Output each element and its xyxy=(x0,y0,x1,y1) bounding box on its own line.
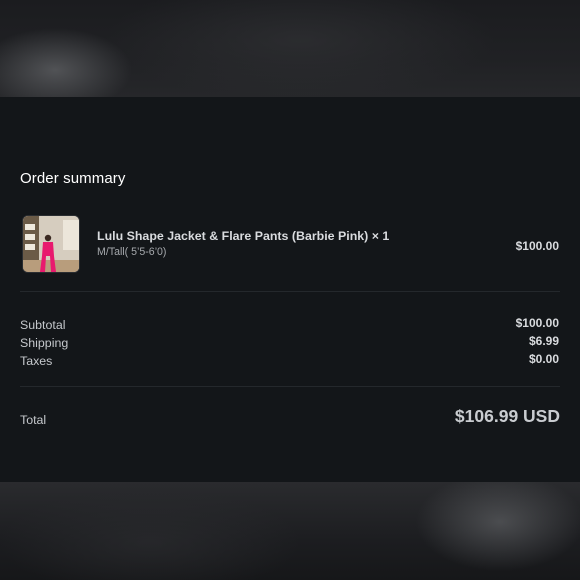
product-price: $100.00 xyxy=(515,239,559,253)
product-thumbnail xyxy=(22,215,80,273)
order-summary-panel: Order summary Lulu Shape Jacket & Flare … xyxy=(0,97,580,482)
product-variant: M/Tall( 5’5-6’0) xyxy=(97,246,167,258)
total-value: $106.99 USD xyxy=(454,406,560,426)
shipping-value: $6.99 xyxy=(528,334,559,348)
background-blur-top xyxy=(0,0,580,97)
divider xyxy=(20,386,560,387)
taxes-value: $0.00 xyxy=(528,352,559,366)
taxes-label: Taxes xyxy=(20,354,53,368)
line-item: Lulu Shape Jacket & Flare Pants (Barbie … xyxy=(20,215,560,275)
order-summary-title: Order summary xyxy=(20,170,126,187)
shipping-row: Shipping $6.99 xyxy=(20,334,560,350)
shipping-label: Shipping xyxy=(20,336,69,350)
total-row: Total $106.99 USD xyxy=(20,406,560,430)
subtotal-row: Subtotal $100.00 xyxy=(20,316,560,332)
subtotal-label: Subtotal xyxy=(20,318,66,332)
divider xyxy=(20,291,560,292)
background-blur-bottom xyxy=(0,482,580,580)
total-label: Total xyxy=(20,413,47,427)
subtotal-value: $100.00 xyxy=(515,316,559,330)
product-name: Lulu Shape Jacket & Flare Pants (Barbie … xyxy=(97,229,390,243)
taxes-row: Taxes $0.00 xyxy=(20,352,560,368)
